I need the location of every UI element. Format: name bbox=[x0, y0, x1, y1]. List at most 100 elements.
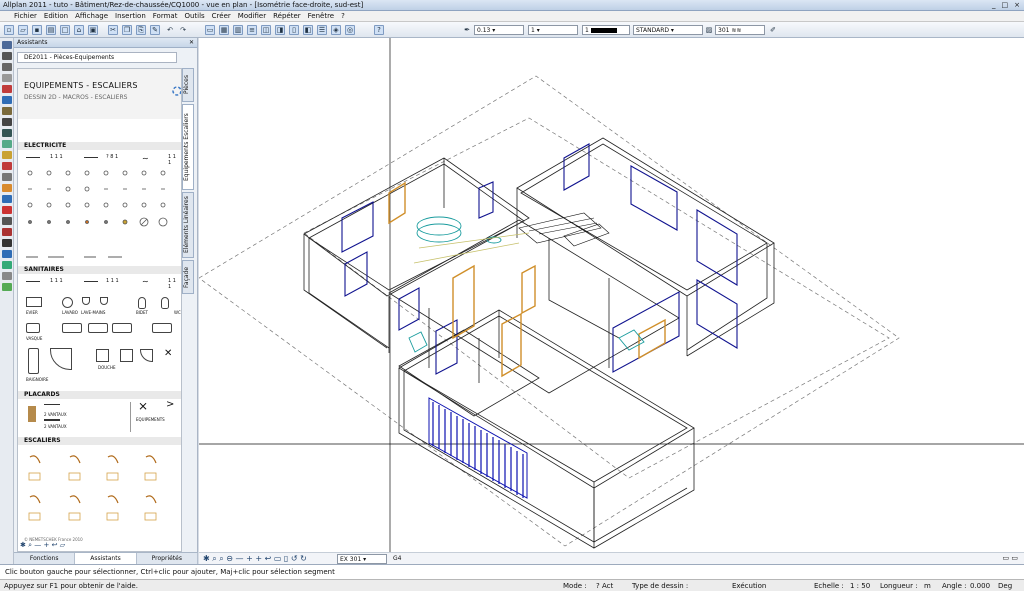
macro-icon[interactable] bbox=[2, 173, 12, 181]
dim-icon[interactable] bbox=[2, 195, 12, 203]
wall-icon[interactable] bbox=[2, 96, 12, 104]
rect-icon[interactable] bbox=[2, 74, 12, 82]
double-vasque-symbol[interactable] bbox=[62, 323, 82, 333]
select-icon[interactable] bbox=[2, 41, 12, 49]
tab-assistants[interactable]: Assistants bbox=[75, 553, 137, 564]
back-icon[interactable]: ↩ bbox=[52, 541, 58, 549]
maximize-button[interactable]: □ bbox=[1002, 1, 1009, 9]
minimize-button[interactable]: _ bbox=[992, 1, 996, 9]
placard-door-symbol[interactable] bbox=[28, 406, 36, 422]
cube-icon[interactable]: ◈ bbox=[331, 25, 341, 35]
status-type-value[interactable]: Exécution bbox=[732, 582, 766, 590]
menu-format[interactable]: Format bbox=[153, 12, 178, 20]
hatch-select[interactable]: 301 ≋≋ bbox=[715, 25, 765, 35]
style-select[interactable]: STANDARD ▾ bbox=[633, 25, 703, 35]
wc-symbol[interactable] bbox=[161, 297, 169, 309]
washbasin-symbol[interactable] bbox=[62, 297, 73, 308]
sani-line-1[interactable] bbox=[26, 281, 40, 282]
tab-facade[interactable]: Façade bbox=[182, 260, 194, 294]
pen-icon[interactable]: ✒ bbox=[462, 25, 472, 35]
section-electricite[interactable]: ELECTRICITE bbox=[18, 142, 181, 150]
list-icon[interactable]: ☰ bbox=[317, 25, 327, 35]
grid-icon[interactable]: ▦ bbox=[219, 25, 229, 35]
double-vasque3-symbol[interactable] bbox=[112, 323, 132, 333]
brush-icon[interactable]: ✐ bbox=[768, 25, 778, 35]
brush-tool-icon[interactable] bbox=[2, 85, 12, 93]
tab-fonctions[interactable]: Fonctions bbox=[14, 553, 76, 564]
elec-wave-icon[interactable]: ∼ bbox=[142, 154, 149, 163]
double-vasque4-symbol[interactable] bbox=[152, 323, 172, 333]
status-angle-value[interactable]: 0.000 bbox=[970, 582, 990, 590]
mail-icon[interactable]: ▣ bbox=[88, 25, 98, 35]
views-icon[interactable]: ◫ bbox=[261, 25, 271, 35]
fax-icon[interactable]: ⌂ bbox=[74, 25, 84, 35]
tab-elements-lineaires[interactable]: Eléments Linéaires bbox=[182, 192, 194, 258]
placard-line-1[interactable] bbox=[44, 404, 60, 405]
command-line[interactable]: Clic bouton gauche pour sélectionner, Ct… bbox=[0, 564, 1024, 579]
handbasin2-symbol[interactable] bbox=[100, 297, 108, 305]
status-scale-value[interactable]: 1 : 50 bbox=[850, 582, 870, 590]
electric-symbols[interactable] bbox=[24, 167, 180, 249]
help-icon[interactable]: ? bbox=[374, 25, 384, 35]
cut-icon[interactable]: ✂ bbox=[108, 25, 118, 35]
print-icon[interactable]: ▤ bbox=[46, 25, 56, 35]
section-escaliers[interactable]: ESCALIERS bbox=[18, 437, 181, 445]
menu-creer[interactable]: Créer bbox=[212, 12, 231, 20]
shower2-symbol[interactable] bbox=[120, 349, 133, 362]
room-icon[interactable] bbox=[2, 140, 12, 148]
layer-icon[interactable]: ≡ bbox=[247, 25, 257, 35]
sani-line-2[interactable] bbox=[84, 281, 98, 282]
menu-affichage[interactable]: Affichage bbox=[75, 12, 108, 20]
menu-edition[interactable]: Edition bbox=[44, 12, 68, 20]
copy-icon[interactable]: ❐ bbox=[122, 25, 132, 35]
menu-modifier[interactable]: Modifier bbox=[238, 12, 266, 20]
fill-icon[interactable] bbox=[2, 162, 12, 170]
viewport-zoom-icons[interactable]: ✱ ⌕ ⌕ ⊖ — + + ↩ ▭ ▯ ↺ ↻ bbox=[203, 554, 307, 564]
elec-line-2[interactable] bbox=[84, 157, 98, 158]
mirror-icon[interactable] bbox=[2, 261, 12, 269]
placard-line-2[interactable] bbox=[44, 419, 60, 421]
sum-icon[interactable] bbox=[2, 272, 12, 280]
line-type-select[interactable]: 1 ▾ bbox=[528, 25, 578, 35]
menu-fichier[interactable]: Fichier bbox=[14, 12, 37, 20]
viewport-window-icons[interactable]: ▭ ▭ bbox=[1003, 554, 1018, 562]
bidet-symbol[interactable] bbox=[138, 297, 146, 309]
doc-icon[interactable]: ▯ bbox=[289, 25, 299, 35]
open-icon[interactable]: ▱ bbox=[18, 25, 28, 35]
palette-dropdown[interactable]: DE2011 - Pièces-Equipements bbox=[17, 52, 177, 63]
color-select[interactable]: 1 bbox=[582, 25, 630, 35]
pen-thickness-select[interactable]: 0.13 ▾ bbox=[474, 25, 524, 35]
render-icon[interactable]: ◎ bbox=[345, 25, 355, 35]
menu-fenetre[interactable]: Fenêtre bbox=[308, 12, 334, 20]
copy-tool-icon[interactable] bbox=[2, 250, 12, 258]
section-placards[interactable]: PLACARDS bbox=[18, 391, 181, 399]
forward-icon[interactable]: ▱ bbox=[60, 541, 65, 549]
building-icon[interactable]: ▥ bbox=[233, 25, 243, 35]
filter-icon[interactable] bbox=[2, 283, 12, 291]
equipements-arrow-icon[interactable]: > bbox=[166, 399, 174, 410]
delete-icon[interactable] bbox=[2, 228, 12, 236]
vasque-symbol[interactable] bbox=[26, 323, 40, 333]
close-button[interactable]: × bbox=[1014, 1, 1020, 9]
drawing-viewport[interactable] bbox=[199, 38, 1024, 552]
shower4-icon[interactable]: ✕ bbox=[164, 348, 172, 359]
shower-symbol[interactable] bbox=[96, 349, 109, 362]
menu-insertion[interactable]: Insertion bbox=[115, 12, 146, 20]
menu-help[interactable]: ? bbox=[341, 12, 345, 20]
stairs-icon[interactable] bbox=[2, 118, 12, 126]
status-mode-value[interactable]: ? Act bbox=[596, 582, 613, 590]
save-icon[interactable]: ▪ bbox=[32, 25, 42, 35]
elec-line-1[interactable] bbox=[26, 157, 40, 158]
viewport-zoom-field[interactable]: EX 301 ▾ bbox=[337, 554, 387, 564]
hatch-icon[interactable]: ▨ bbox=[704, 25, 714, 35]
eraser-icon[interactable]: ✎ bbox=[150, 25, 160, 35]
line-icon[interactable] bbox=[2, 63, 12, 71]
status-length-value[interactable]: m bbox=[924, 582, 931, 590]
zoom-icon[interactable]: ⌕ bbox=[28, 541, 32, 549]
stair-symbols[interactable] bbox=[24, 449, 180, 534]
text-icon[interactable] bbox=[2, 52, 12, 60]
handbasin-symbol[interactable] bbox=[82, 297, 90, 305]
minus-icon[interactable]: — bbox=[34, 541, 41, 549]
redo-icon[interactable]: ↷ bbox=[178, 25, 188, 35]
corner-bath-symbol[interactable] bbox=[50, 348, 72, 370]
